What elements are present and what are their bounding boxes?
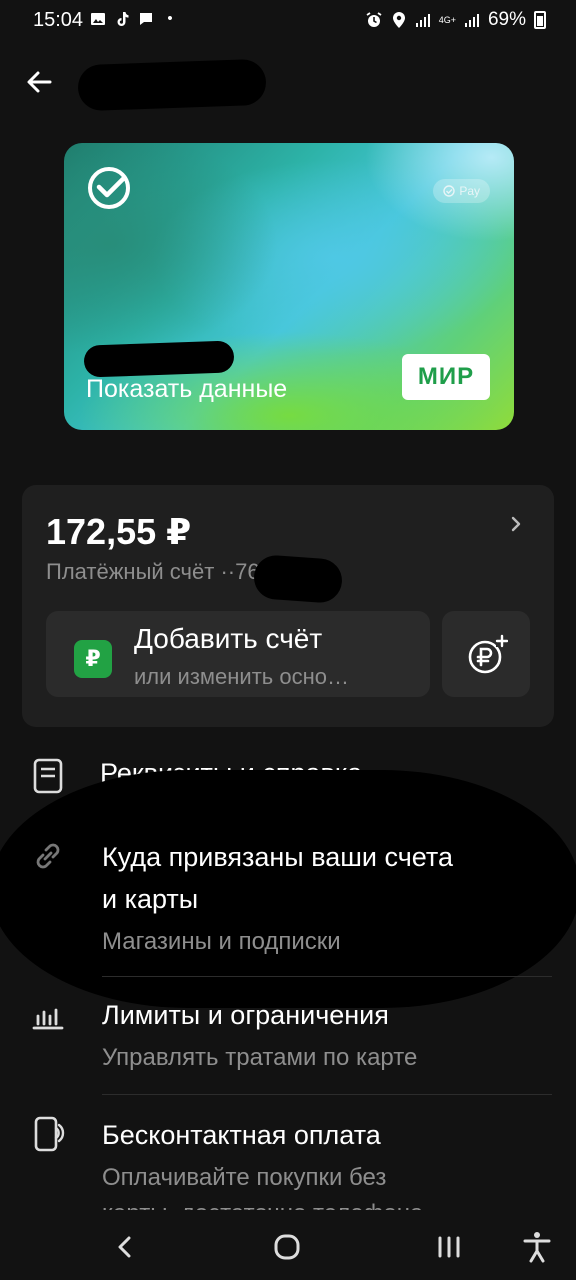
show-card-data-button[interactable]: Показать данные bbox=[86, 375, 287, 404]
accessibility-icon[interactable] bbox=[520, 1230, 554, 1264]
menu-item-subtitle: Магазины и подписки bbox=[102, 928, 341, 955]
alarm-icon bbox=[366, 12, 382, 27]
battery-icon bbox=[534, 11, 546, 29]
message-icon bbox=[140, 13, 152, 25]
menu-item-subtitle: Управлять тратами по карте bbox=[102, 1044, 418, 1071]
gallery-icon bbox=[91, 13, 105, 25]
ruble-plus-icon bbox=[468, 634, 508, 674]
nav-recents-icon[interactable] bbox=[432, 1230, 466, 1264]
add-account-title: Добавить счёт bbox=[134, 623, 323, 654]
account-name: Платёжный счёт ··7626 bbox=[46, 559, 285, 584]
limits-icon bbox=[32, 1008, 64, 1030]
account-panel[interactable]: 172,55 ₽ Платёжный счёт ··7626 ₽ Добавит… bbox=[22, 485, 554, 727]
nav-back-icon[interactable] bbox=[108, 1230, 142, 1264]
add-ruble-button[interactable] bbox=[442, 611, 530, 697]
link-icon bbox=[36, 843, 60, 869]
redaction-mark bbox=[77, 58, 267, 112]
menu-item-subtitle: Оплачивайте покупки без bbox=[102, 1164, 387, 1191]
sber-check-icon bbox=[88, 167, 130, 209]
account-balance: 172,55 ₽ bbox=[46, 511, 192, 552]
status-bar: 15:04 • 4G+ 69% bbox=[0, 0, 576, 44]
battery-percent: 69% bbox=[487, 9, 526, 30]
menu-item-title: Куда привязаны ваши счета bbox=[102, 842, 453, 872]
nav-home-icon[interactable] bbox=[270, 1230, 304, 1264]
mir-logo: МИР bbox=[402, 354, 490, 400]
signal-icon bbox=[464, 14, 479, 27]
location-icon bbox=[392, 12, 405, 28]
tiktok-icon bbox=[117, 12, 129, 26]
back-button[interactable] bbox=[24, 62, 60, 102]
pay-check-icon bbox=[443, 185, 456, 197]
add-account-subtitle: или изменить осно… bbox=[134, 664, 349, 689]
phone-contactless-icon bbox=[34, 1116, 65, 1152]
document-icon bbox=[33, 758, 63, 794]
add-account-button[interactable]: ₽ Добавить счёт или изменить осно… bbox=[46, 611, 430, 697]
redaction-mark bbox=[0, 770, 576, 1008]
menu-item-title: Бесконтактная оплата bbox=[102, 1120, 381, 1150]
ruble-badge-icon: ₽ bbox=[74, 640, 112, 678]
redaction-mark bbox=[252, 553, 344, 605]
chevron-right-icon[interactable] bbox=[508, 513, 524, 535]
redaction-mark bbox=[83, 340, 235, 378]
status-time: 15:04 bbox=[33, 9, 84, 31]
menu-item-title-line2: и карты bbox=[102, 884, 199, 914]
pay-badge: Pay bbox=[433, 179, 490, 203]
dot-icon: • bbox=[167, 10, 173, 27]
menu-item-title: Лимиты и ограничения bbox=[102, 1000, 389, 1030]
bank-card[interactable]: Pay Показать данные МИР bbox=[64, 143, 514, 430]
divider bbox=[102, 1094, 552, 1095]
network-4g-icon: 4G+ bbox=[438, 14, 456, 25]
divider bbox=[102, 976, 552, 977]
signal-icon bbox=[415, 14, 430, 27]
system-nav-bar bbox=[0, 1210, 576, 1280]
arrow-left-icon bbox=[27, 71, 52, 93]
